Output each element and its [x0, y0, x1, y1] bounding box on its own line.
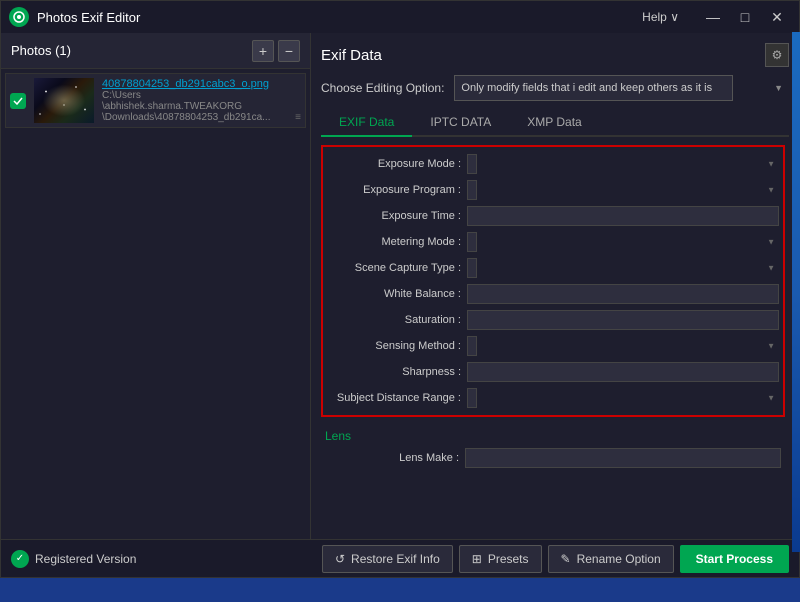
tab-iptc-data[interactable]: IPTC DATA [412, 109, 509, 137]
scene-capture-row: Scene Capture Type : [323, 255, 783, 281]
lens-section: Lens Lens Make : [321, 425, 785, 471]
subject-distance-select[interactable] [467, 388, 477, 408]
maximize-button[interactable]: □ [731, 6, 759, 28]
photo-thumbnail [34, 78, 94, 123]
photo-info: 40878804253_db291cabc3_o.png C:\Users \a… [102, 78, 287, 123]
sharpness-row: Sharpness : [323, 359, 783, 385]
right-panel: Exif Data ⚙ Choose Editing Option: Only … [311, 33, 799, 539]
metering-mode-label: Metering Mode : [327, 236, 467, 248]
sharpness-input[interactable] [467, 362, 779, 382]
photos-panel-actions: + − [252, 40, 300, 62]
list-item[interactable]: 40878804253_db291cabc3_o.png C:\Users \a… [5, 73, 306, 128]
subject-distance-label: Subject Distance Range : [327, 392, 467, 404]
add-photo-button[interactable]: + [252, 40, 274, 62]
exposure-mode-label: Exposure Mode : [327, 158, 467, 170]
lens-make-input[interactable] [465, 448, 781, 468]
restore-exif-button[interactable]: ↺ Restore Exif Info [322, 545, 453, 573]
scroll-indicator-icon: ≡ [295, 112, 301, 123]
metering-mode-select[interactable] [467, 232, 477, 252]
right-panel-header: Exif Data ⚙ [321, 43, 789, 67]
subject-distance-select-wrapper [467, 388, 779, 408]
photo-path-1: C:\Users [102, 90, 287, 101]
lens-make-row: Lens Make : [321, 445, 785, 471]
white-balance-label: White Balance : [327, 288, 467, 300]
bottom-actions: ↺ Restore Exif Info ⊞ Presets ✎ Rename O… [322, 545, 789, 573]
sharpness-label: Sharpness : [327, 366, 467, 378]
minimize-button[interactable]: — [699, 6, 727, 28]
editing-option-label: Choose Editing Option: [321, 81, 444, 95]
exif-fields-section: Exposure Mode : Exposure Program : [321, 145, 785, 417]
thumbnail-image [34, 78, 94, 123]
subject-distance-row: Subject Distance Range : [323, 385, 783, 411]
exposure-mode-row: Exposure Mode : [323, 151, 783, 177]
title-bar: Photos Exif Editor Help ∨ — □ ✕ [1, 1, 799, 33]
exposure-time-input[interactable] [467, 206, 779, 226]
photo-path-3: \Downloads\40878804253_db291ca... [102, 112, 287, 123]
app-window: Photos Exif Editor Help ∨ — □ ✕ Photos (… [0, 0, 800, 578]
photos-panel-header: Photos (1) + − [1, 33, 310, 69]
white-balance-input[interactable] [467, 284, 779, 304]
scene-capture-label: Scene Capture Type : [327, 262, 467, 274]
scene-capture-select[interactable] [467, 258, 477, 278]
lens-section-title: Lens [321, 425, 785, 445]
editing-option-row: Choose Editing Option: Only modify field… [321, 75, 789, 101]
editing-option-select[interactable]: Only modify fields that i edit and keep … [454, 75, 733, 101]
exposure-program-row: Exposure Program : [323, 177, 783, 203]
exposure-program-select-wrapper [467, 180, 779, 200]
photo-list: 40878804253_db291cabc3_o.png C:\Users \a… [1, 69, 310, 539]
saturation-row: Saturation : [323, 307, 783, 333]
start-process-button[interactable]: Start Process [680, 545, 789, 573]
photo-checkbox[interactable] [10, 93, 26, 109]
photo-filename: 40878804253_db291cabc3_o.png [102, 78, 287, 90]
exposure-mode-select-wrapper [467, 154, 779, 174]
sensing-method-select-wrapper [467, 336, 779, 356]
exposure-time-row: Exposure Time : [323, 203, 783, 229]
app-logo [9, 7, 29, 27]
restore-label: Restore Exif Info [351, 552, 440, 566]
editing-option-wrapper: Only modify fields that i edit and keep … [454, 75, 789, 101]
left-panel: Photos (1) + − 408 [1, 33, 311, 539]
registered-icon: ✓ [11, 550, 29, 568]
sensing-method-row: Sensing Method : [323, 333, 783, 359]
exposure-time-label: Exposure Time : [327, 210, 467, 222]
restore-icon: ↺ [335, 552, 345, 566]
remove-photo-button[interactable]: − [278, 40, 300, 62]
registered-info: ✓ Registered Version [11, 550, 314, 568]
tab-exif-data[interactable]: EXIF Data [321, 109, 412, 137]
exposure-mode-select[interactable] [467, 154, 477, 174]
presets-icon: ⊞ [472, 552, 482, 566]
metering-mode-select-wrapper [467, 232, 779, 252]
exif-fields-container: Exposure Mode : Exposure Program : [321, 145, 789, 529]
sensing-method-select[interactable] [467, 336, 477, 356]
exposure-program-label: Exposure Program : [327, 184, 467, 196]
exif-settings-button[interactable]: ⚙ [765, 43, 789, 67]
presets-label: Presets [488, 552, 529, 566]
photos-panel-title: Photos (1) [11, 43, 71, 58]
blue-side-accent [792, 32, 800, 552]
saturation-label: Saturation : [327, 314, 467, 326]
rename-label: Rename Option [577, 552, 661, 566]
help-menu[interactable]: Help ∨ [642, 10, 679, 24]
tabs: EXIF Data IPTC DATA XMP Data [321, 109, 789, 137]
exposure-program-select[interactable] [467, 180, 477, 200]
scene-capture-select-wrapper [467, 258, 779, 278]
sensing-method-label: Sensing Method : [327, 340, 467, 352]
taskbar [0, 578, 800, 602]
bottom-bar: ✓ Registered Version ↺ Restore Exif Info… [1, 539, 799, 577]
photo-path-2: \abhishek.sharma.TWEAKORG [102, 101, 287, 112]
registered-label: Registered Version [35, 552, 136, 566]
presets-button[interactable]: ⊞ Presets [459, 545, 542, 573]
rename-option-button[interactable]: ✎ Rename Option [548, 545, 674, 573]
saturation-input[interactable] [467, 310, 779, 330]
close-button[interactable]: ✕ [763, 6, 791, 28]
tab-xmp-data[interactable]: XMP Data [509, 109, 599, 137]
app-title: Photos Exif Editor [37, 10, 642, 25]
metering-mode-row: Metering Mode : [323, 229, 783, 255]
exif-data-title: Exif Data [321, 47, 382, 64]
title-bar-controls: Help ∨ — □ ✕ [642, 6, 791, 28]
rename-icon: ✎ [561, 552, 571, 566]
content-area: Photos (1) + − 408 [1, 33, 799, 539]
white-balance-row: White Balance : [323, 281, 783, 307]
lens-make-label: Lens Make : [325, 452, 465, 464]
